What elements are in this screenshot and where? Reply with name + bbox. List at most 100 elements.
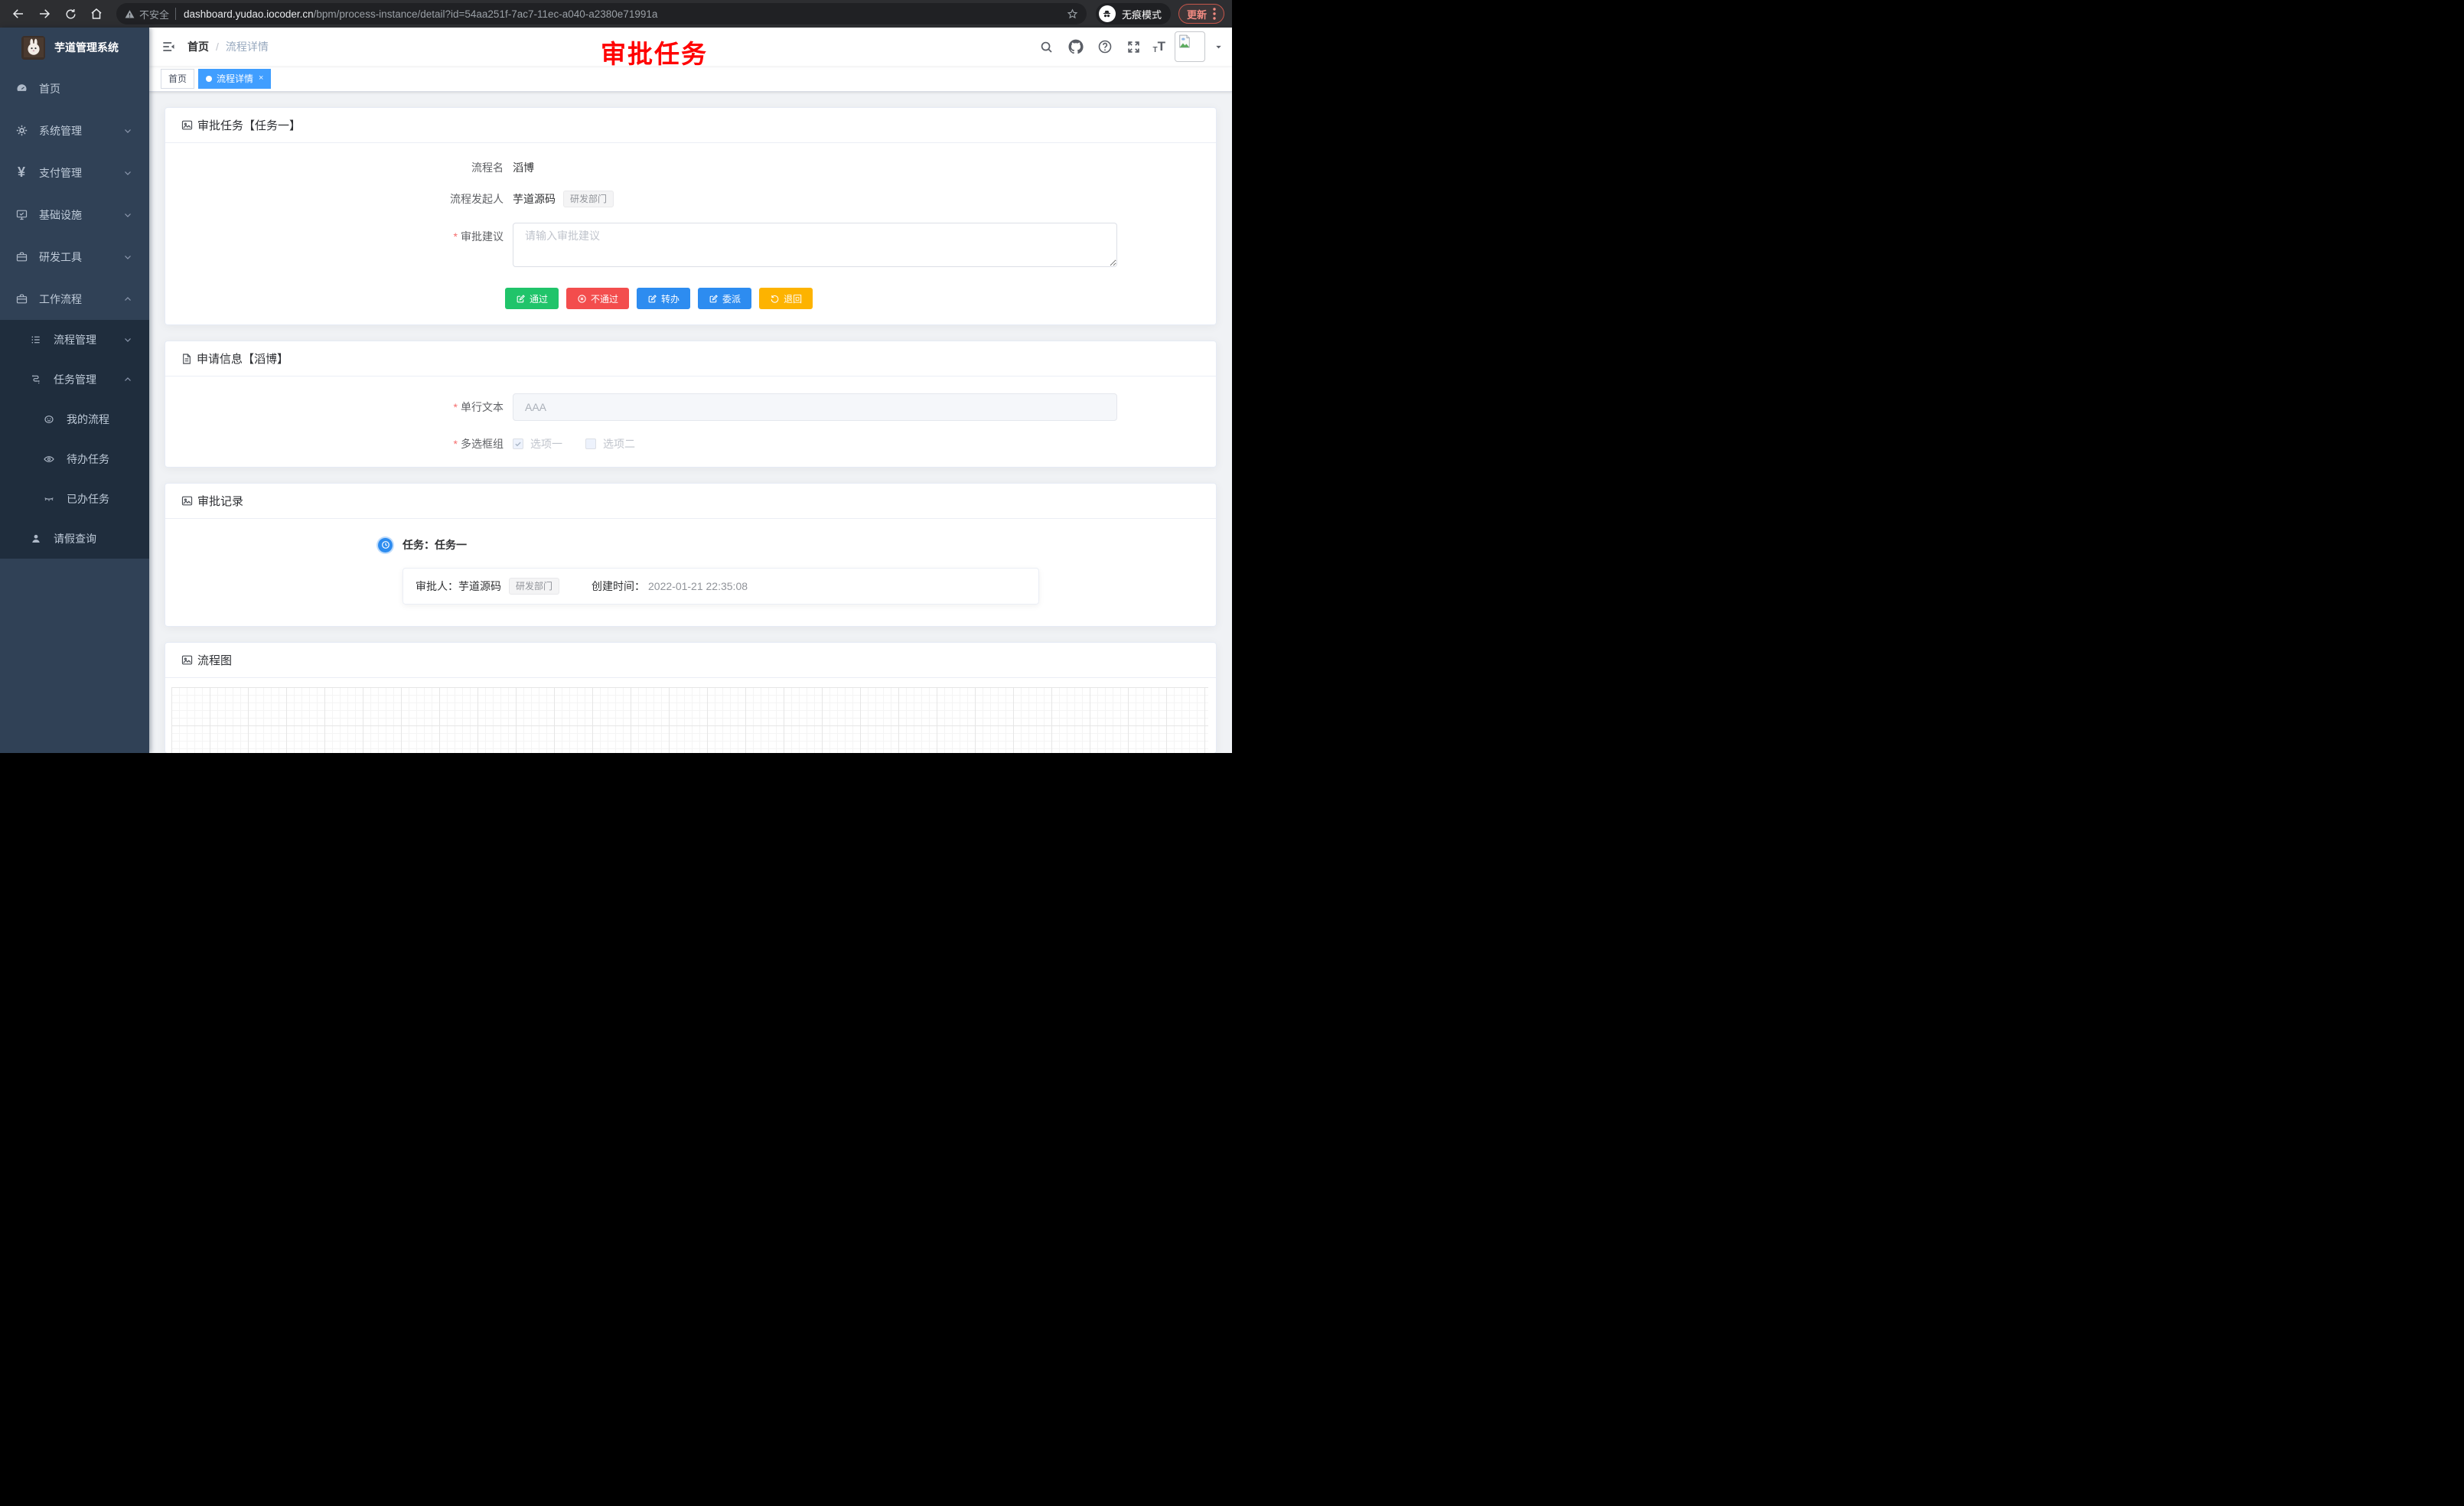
more-menu-icon[interactable]	[1213, 8, 1216, 20]
sidebar-item-label: 基础设施	[39, 207, 82, 223]
sidebar-item-payment[interactable]: ¥ 支付管理	[0, 152, 149, 194]
workflow-submenu: 流程管理 任务管理 我的流程 待办任务	[0, 320, 149, 559]
sidebar-item-devtools[interactable]: 研发工具	[0, 236, 149, 278]
checkbox-group: 选项一 选项二	[513, 436, 635, 451]
address-bar[interactable]: 不安全 dashboard.yudao.iocoder.cn/bpm/proce…	[116, 3, 1087, 24]
checkbox-label: 选项二	[603, 436, 635, 451]
logo-rabbit-image	[21, 36, 45, 60]
card-header: 审批记录	[165, 484, 1216, 519]
card-header: 申请信息【滔博】	[165, 341, 1216, 376]
chevron-down-icon	[123, 253, 132, 262]
close-icon[interactable]: ×	[259, 74, 263, 83]
search-icon[interactable]	[1037, 37, 1057, 57]
browser-update-button[interactable]: 更新	[1178, 4, 1224, 24]
sidebar-item-workflow[interactable]: 工作流程	[0, 278, 149, 320]
sidebar-item-label: 工作流程	[39, 292, 82, 307]
chevron-up-icon	[123, 295, 132, 304]
refresh-left-icon	[770, 294, 780, 304]
sidebar-item-label: 研发工具	[39, 249, 82, 265]
fullscreen-icon[interactable]	[1124, 37, 1144, 57]
edit-icon	[516, 294, 526, 304]
picture-icon	[181, 119, 194, 132]
bpmn-canvas[interactable]	[171, 687, 1208, 753]
reject-button[interactable]: 不通过	[566, 288, 629, 309]
button-label: 通过	[530, 292, 548, 305]
github-icon[interactable]	[1066, 37, 1086, 57]
approver-name: 芋道源码	[458, 579, 501, 594]
breadcrumb-home[interactable]: 首页	[187, 39, 209, 54]
sidebar-item-label: 请假查询	[54, 531, 96, 546]
initiator-label: 流程发起人	[181, 191, 504, 207]
button-label: 退回	[784, 292, 802, 305]
caret-down-icon[interactable]	[1214, 43, 1223, 51]
sidebar-item-infra[interactable]: 基础设施	[0, 194, 149, 236]
delegate-button[interactable]: 委派	[698, 288, 751, 309]
tab-process-detail[interactable]: 流程详情 ×	[198, 69, 271, 89]
help-icon[interactable]	[1095, 37, 1115, 57]
card-body: 单行文本 多选框组 选项一	[165, 376, 1216, 467]
chevron-down-icon	[123, 210, 132, 220]
edit-icon	[647, 294, 657, 304]
navbar-actions: TT	[1037, 31, 1224, 62]
home-icon[interactable]	[86, 3, 107, 24]
sidebar-item-todo-tasks[interactable]: 待办任务	[0, 439, 149, 479]
text-field-row: 单行文本	[181, 393, 1201, 421]
url-text[interactable]: dashboard.yudao.iocoder.cn/bpm/process-i…	[184, 8, 1066, 20]
forward-icon[interactable]	[34, 3, 55, 24]
sidebar-item-my-process[interactable]: 我的流程	[0, 399, 149, 439]
chevron-down-icon	[123, 335, 132, 344]
sidebar-item-label: 首页	[39, 81, 60, 96]
main-area: 首页 / 流程详情 审批任务	[149, 28, 1232, 753]
initiator-name: 芋道源码	[513, 191, 556, 207]
sidebar-item-home[interactable]: 首页	[0, 67, 149, 109]
breadcrumb-current: 流程详情	[226, 39, 269, 54]
incognito-icon	[1099, 5, 1116, 22]
checkbox-option-1: 选项一	[513, 436, 562, 451]
star-icon[interactable]	[1066, 8, 1079, 21]
tab-home[interactable]: 首页	[161, 69, 194, 89]
sidebar-item-label: 我的流程	[67, 412, 109, 427]
active-dot	[206, 76, 212, 82]
font-size-icon[interactable]: TT	[1153, 39, 1166, 54]
hamburger-icon[interactable]	[149, 28, 187, 66]
breadcrumb-separator: /	[216, 41, 219, 53]
tags-view: 首页 流程详情 ×	[149, 66, 1232, 92]
process-name-value: 滔博	[513, 160, 534, 175]
warning-icon	[124, 8, 135, 20]
security-label: 不安全	[139, 7, 169, 21]
suggestion-textarea[interactable]	[513, 223, 1117, 267]
approve-button[interactable]: 通过	[505, 288, 559, 309]
reload-icon[interactable]	[60, 3, 81, 24]
card-title: 审批任务【任务一】	[197, 117, 301, 133]
dept-tag: 研发部门	[563, 191, 614, 207]
chevron-down-icon	[123, 168, 132, 178]
dept-tag: 研发部门	[509, 578, 559, 595]
yen-icon: ¥	[15, 166, 28, 180]
approve-actions: 通过 不通过 转办 委	[505, 288, 1201, 309]
single-line-input	[513, 393, 1117, 421]
sidebar-item-done-tasks[interactable]: 已办任务	[0, 479, 149, 519]
sidebar-item-leave-query[interactable]: 请假查询	[0, 519, 149, 559]
avatar[interactable]	[1175, 31, 1205, 62]
broken-image-icon	[1177, 34, 1192, 49]
app-logo[interactable]: 芋道管理系统	[0, 28, 149, 67]
back-icon[interactable]	[8, 3, 29, 24]
return-button[interactable]: 退回	[759, 288, 813, 309]
incognito-label: 无痕模式	[1122, 7, 1162, 21]
chevron-down-icon	[123, 126, 132, 135]
checkbox-label: 选项一	[530, 436, 562, 451]
tree-icon	[29, 373, 43, 386]
sidebar-item-system[interactable]: 系统管理	[0, 109, 149, 152]
eye-icon	[42, 452, 56, 466]
picture-icon	[181, 494, 194, 507]
circle-close-icon	[577, 294, 587, 304]
initiator-value: 芋道源码 研发部门	[513, 191, 614, 207]
sidebar-item-label: 已办任务	[67, 491, 109, 507]
sidebar-item-process-mgmt[interactable]: 流程管理	[0, 320, 149, 360]
suggestion-label: 审批建议	[181, 229, 504, 244]
edit-icon	[709, 294, 719, 304]
transfer-button[interactable]: 转办	[637, 288, 690, 309]
text-field-label: 单行文本	[181, 399, 504, 415]
sidebar-item-task-mgmt[interactable]: 任务管理	[0, 360, 149, 399]
checkbox-checked-icon	[513, 438, 523, 449]
